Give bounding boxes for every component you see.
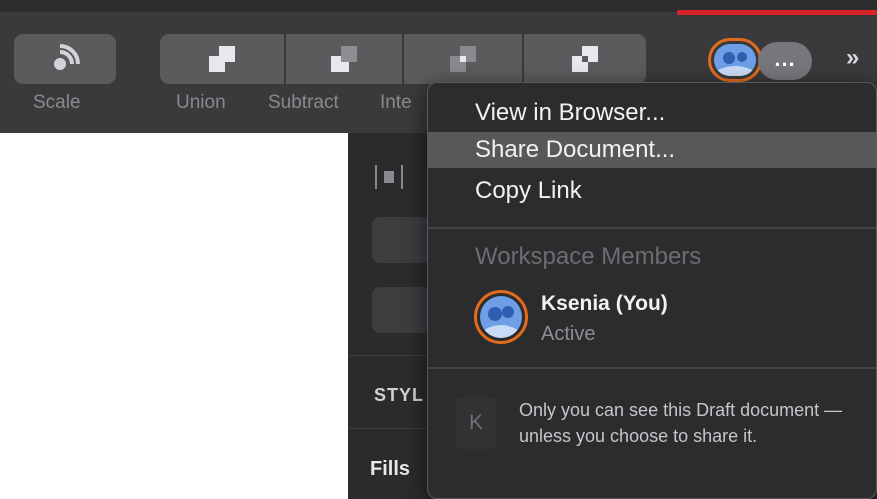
draft-badge: K: [456, 397, 496, 449]
intersect-icon: [450, 46, 476, 72]
share-dropdown-menu: View in Browser... Share Document... Cop…: [427, 82, 877, 499]
menu-divider: [428, 227, 876, 229]
member-name: Ksenia (You): [541, 292, 668, 315]
intersect-label: Inte: [380, 92, 412, 113]
scale-icon: [54, 44, 80, 70]
subtract-button[interactable]: [286, 34, 402, 84]
union-button[interactable]: [160, 34, 284, 84]
scale-label: Scale: [33, 92, 81, 113]
design-canvas[interactable]: [0, 133, 348, 499]
fills-section-header: Fills: [370, 458, 411, 480]
difference-icon: [572, 46, 598, 72]
accent-bar: [677, 10, 877, 15]
align-center-icon[interactable]: [373, 161, 413, 193]
inspector-field[interactable]: [372, 287, 432, 333]
member-status: Active: [541, 323, 596, 345]
menu-item-view-in-browser[interactable]: View in Browser...: [428, 95, 876, 131]
menu-divider: [428, 367, 876, 369]
scale-button[interactable]: [14, 34, 116, 84]
union-icon: [209, 46, 235, 72]
subtract-label: Subtract: [268, 92, 339, 113]
union-label: Union: [176, 92, 226, 113]
toolbar-overflow-icon[interactable]: »: [846, 44, 859, 72]
intersect-button[interactable]: [404, 34, 522, 84]
member-avatar: [474, 290, 528, 344]
menu-item-share-document[interactable]: Share Document...: [428, 132, 876, 168]
more-icon: ...: [774, 46, 796, 71]
more-options-button[interactable]: ...: [758, 42, 812, 80]
inspector-field[interactable]: [372, 217, 432, 263]
user-avatar-button[interactable]: [708, 38, 762, 82]
avatar-image: [480, 296, 522, 338]
style-section-header: STYL: [374, 385, 425, 405]
workspace-members-heading: Workspace Members: [475, 243, 702, 270]
avatar-image: [714, 44, 756, 76]
difference-button[interactable]: [524, 34, 646, 84]
menu-item-copy-link[interactable]: Copy Link: [428, 173, 876, 209]
boolean-ops-group: [160, 34, 646, 84]
draft-visibility-note: Only you can see this Draft document — u…: [519, 400, 843, 446]
subtract-icon: [331, 46, 357, 72]
